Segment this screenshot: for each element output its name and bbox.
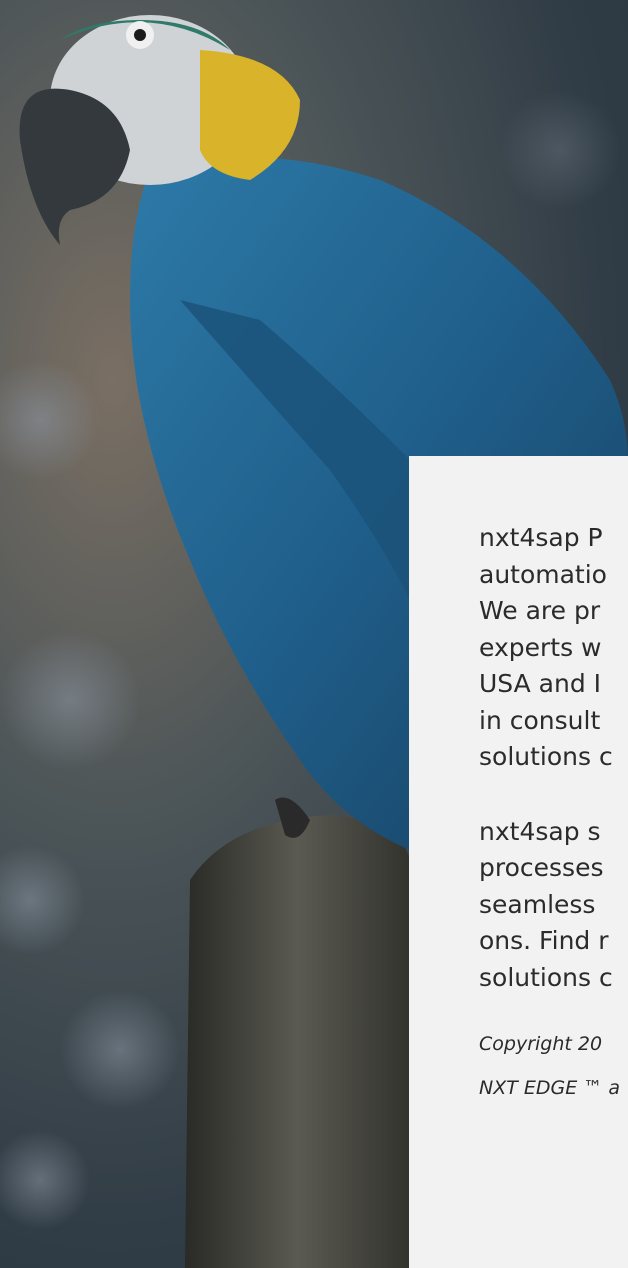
footer-legal: Copyright 20 NXT EDGE ™ a [479,1022,628,1110]
paragraph-line: in consult [479,705,601,735]
about-paragraph-1: nxt4sap P automatio We are pr experts w … [479,520,628,776]
paragraph-line: solutions c [479,742,613,771]
paragraph-line: automatio [479,559,607,589]
paragraph-line: We are pr [479,596,601,625]
paragraph-line: processes [479,853,604,882]
paragraph-line: nxt4sap s [479,816,601,846]
paragraph-line: experts w [479,632,602,662]
copyright-text: Copyright 20 [479,1033,603,1055]
trademark-text: NXT EDGE ™ a [479,1077,620,1099]
about-paragraph-2: nxt4sap s processes seamless ons. Find r… [479,814,628,997]
about-card: nxt4sap P automatio We are pr experts w … [409,456,628,1268]
paragraph-line: ons. Find r [479,926,609,955]
about-content: nxt4sap P automatio We are pr experts w … [479,520,628,1110]
paragraph-line: solutions c [479,962,613,992]
paragraph-line: seamless [479,889,596,919]
paragraph-line: USA and I [479,669,602,698]
paragraph-line: nxt4sap P [479,523,603,552]
